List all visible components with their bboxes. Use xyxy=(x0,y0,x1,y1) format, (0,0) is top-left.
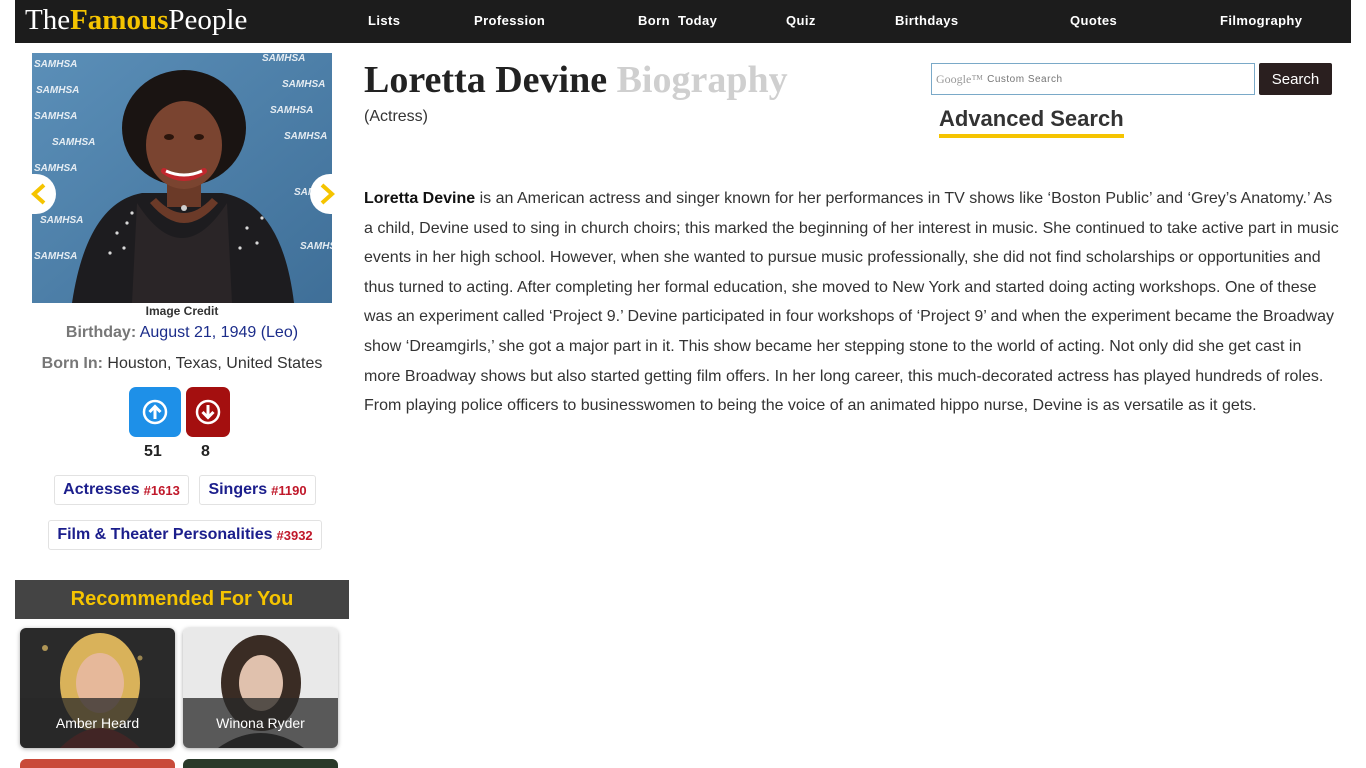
photo-illustration: SAMHSA SAMHSA SAMHSA SAMHSA SAMHSA SAMHS… xyxy=(32,53,332,303)
logo-famous: Famous xyxy=(70,4,169,36)
svg-text:SAMHSA: SAMHSA xyxy=(282,79,325,90)
born-in-label: Born In: xyxy=(41,355,103,372)
svg-text:SAMHSA: SAMHSA xyxy=(284,131,327,142)
recommended-card-partial[interactable] xyxy=(183,759,338,768)
nav-quotes[interactable]: Quotes xyxy=(1070,13,1117,28)
tag-actresses[interactable]: Actresses #1613 xyxy=(54,475,189,505)
svg-text:SAMHSA: SAMHSA xyxy=(40,215,83,226)
born-in-row: Born In: Houston, Texas, United States xyxy=(15,355,349,373)
recommended-card[interactable]: Amber Heard xyxy=(20,628,175,748)
recommended-name: Winona Ryder xyxy=(183,698,338,748)
biography-text: Loretta Devine is an American actress an… xyxy=(364,184,1339,421)
site-logo[interactable]: TheFamousPeople xyxy=(25,4,247,37)
svg-text:SAMHSA: SAMHSA xyxy=(262,53,305,64)
tag-rank: #1190 xyxy=(271,482,307,498)
svg-text:SAMHSA: SAMHSA xyxy=(34,163,77,174)
downvote-count: 8 xyxy=(201,443,210,460)
recommended-name: Amber Heard xyxy=(20,698,175,748)
bio-body: is an American actress and singer known … xyxy=(364,190,1339,415)
svg-text:SAMHSA: SAMHSA xyxy=(300,241,332,252)
nav-born-today[interactable]: Born Today xyxy=(638,13,717,28)
svg-text:SAMHSA: SAMHSA xyxy=(34,251,77,262)
page-title: Loretta Devine Biography xyxy=(364,58,788,102)
photo-next-button[interactable] xyxy=(310,174,344,214)
tag-singers[interactable]: Singers #1190 xyxy=(199,475,316,505)
thumbs-down-arrow-icon xyxy=(195,399,221,425)
logo-people: People xyxy=(168,4,248,36)
recommended-card[interactable]: Winona Ryder xyxy=(183,628,338,748)
profile-photo: SAMHSA SAMHSA SAMHSA SAMHSA SAMHSA SAMHS… xyxy=(32,53,332,303)
tag-film-theater[interactable]: Film & Theater Personalities #3932 xyxy=(48,520,322,550)
nav-birthdays[interactable]: Birthdays xyxy=(895,13,959,28)
nav-filmography[interactable]: Filmography xyxy=(1220,13,1302,28)
tag-rank: #3932 xyxy=(276,527,313,543)
birthday-label: Birthday: xyxy=(65,324,137,341)
search-input[interactable] xyxy=(987,73,1248,85)
profession-subtitle: (Actress) xyxy=(364,108,428,125)
upvote-button[interactable] xyxy=(129,387,181,437)
tag-label: Film & Theater Personalities xyxy=(57,526,273,543)
google-brand: Google™ xyxy=(936,71,984,86)
title-suffix: Biography xyxy=(616,59,788,101)
nav-lists[interactable]: Lists xyxy=(368,13,400,28)
svg-text:SAMHSA: SAMHSA xyxy=(34,111,77,122)
svg-text:SAMHSA: SAMHSA xyxy=(36,85,79,96)
downvote-button[interactable] xyxy=(186,387,230,437)
tag-rank: #1613 xyxy=(143,482,180,498)
image-credit-link[interactable]: Image Credit xyxy=(32,304,332,318)
svg-text:SAMHSA: SAMHSA xyxy=(270,105,313,116)
recommended-card-partial[interactable] xyxy=(20,759,175,768)
thumbs-up-arrow-icon xyxy=(142,399,168,425)
advanced-search-link[interactable]: Advanced Search xyxy=(939,106,1124,138)
person-name: Loretta Devine xyxy=(364,59,608,101)
recommended-heading: Recommended For You xyxy=(15,580,349,619)
birthday-row: Birthday: August 21, 1949 (Leo) xyxy=(15,324,349,342)
bio-lead: Loretta Devine xyxy=(364,190,476,207)
nav-profession[interactable]: Profession xyxy=(474,13,545,28)
birthday-link[interactable]: August 21, 1949 (Leo) xyxy=(140,324,298,341)
search-field[interactable]: Google™ xyxy=(931,63,1255,95)
top-nav: TheFamousPeople Lists Profession Born To… xyxy=(15,0,1351,43)
tag-label: Actresses xyxy=(63,481,140,498)
chevron-left-icon xyxy=(31,183,46,205)
tag-label: Singers xyxy=(208,481,268,498)
nav-quiz[interactable]: Quiz xyxy=(786,13,816,28)
chevron-right-icon xyxy=(320,183,335,205)
logo-the: The xyxy=(25,4,71,36)
born-in-value: Houston, Texas, United States xyxy=(107,355,323,372)
upvote-count: 51 xyxy=(144,443,162,460)
svg-text:SAMHSA: SAMHSA xyxy=(52,137,95,148)
search-button[interactable]: Search xyxy=(1259,63,1332,95)
backdrop-text: SAMHSA xyxy=(34,59,77,70)
